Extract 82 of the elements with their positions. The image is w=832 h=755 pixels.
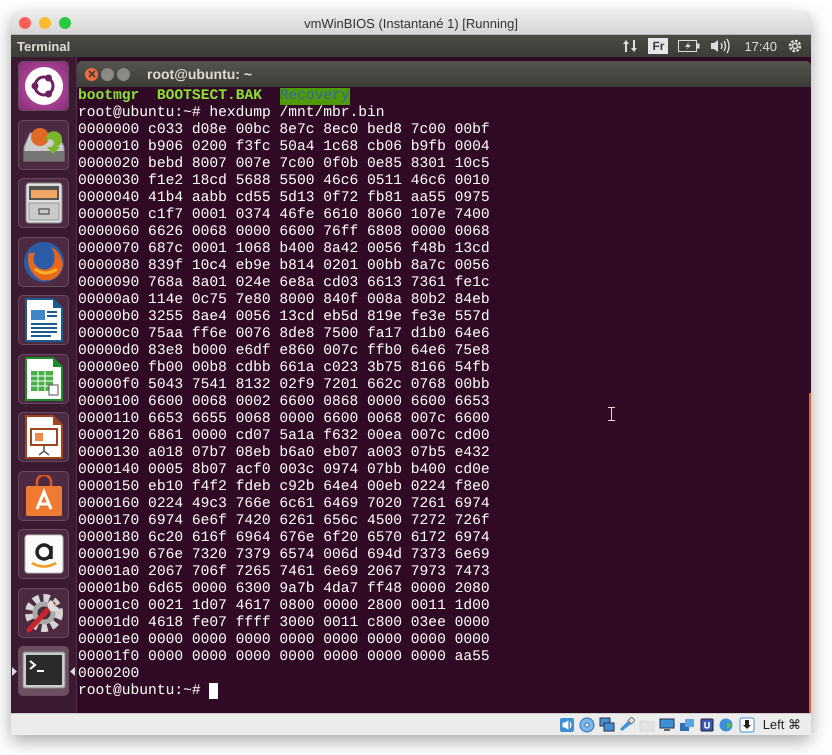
file-name: Recovery	[280, 88, 350, 105]
hexdump-line: 00000a0 114e 0c75 7e80 8000 840f 008a 80b2 84eb	[78, 292, 490, 309]
window-title: vmWinBIOS (Instantané 1) [Running]	[303, 16, 519, 30]
file-name: BOOTSECT.BAK	[156, 88, 262, 105]
terminal-minimize-button[interactable]	[101, 68, 114, 80]
launcher-button[interactable]	[18, 470, 69, 520]
volume-icon[interactable]	[710, 38, 730, 54]
launcher-button[interactable]	[18, 295, 69, 345]
hexdump-line: 0000110 6653 6655 0068 0000 6600 0068 007c 6600	[78, 411, 490, 428]
terminal-title: root@ubuntu: ~	[147, 66, 252, 82]
hexdump-line: 0000200	[78, 666, 140, 683]
terminal-maximize-button[interactable]	[117, 68, 130, 80]
launcher-button[interactable]	[18, 529, 69, 579]
hexdump-line: 00001b0 6d65 0000 6300 9a7b 4da7 ff48 0000 2080	[78, 581, 490, 598]
hexdump-line: 00001a0 2067 706f 7265 7461 6e69 2067 7973 7473	[78, 564, 490, 581]
hexdump-line: 0000000 c033 d08e 00bc 8e7c 8ec0 bed8 7c00 00bf	[78, 122, 490, 139]
ubuntu-logo-icon	[24, 66, 64, 106]
hexdump-line: 0000090 768a 8a01 024e 6e8a cd03 6613 7361 fe1c	[78, 275, 490, 292]
spreadsheet-icon	[24, 356, 62, 400]
hexdump-line: 00001f0 0000 0000 0000 0000 0000 0000 0000 aa55	[78, 649, 490, 666]
optical-disc-icon[interactable]	[578, 716, 595, 732]
hexdump-line: 00001e0 0000 0000 0000 0000 0000 0000 0000 0000	[78, 632, 490, 649]
keyboard-layout-indicator[interactable]: Fr	[648, 38, 668, 54]
launcher-button[interactable]	[18, 588, 69, 638]
launcher-button[interactable]	[18, 236, 69, 286]
close-icon	[88, 70, 96, 78]
gear-wrench-icon	[22, 592, 64, 634]
power-gear-icon[interactable]	[787, 38, 803, 54]
hexdump-line: 00000b0 3255 8ae4 0056 13cd eb5d 819e fe3e 557d	[78, 309, 490, 326]
i-beam-cursor-icon	[608, 407, 615, 421]
file-cabinet-icon	[24, 182, 62, 224]
hexdump-line: 00000d0 83e8 b000 e6df e860 007c ffb0 64e6 75e8	[78, 343, 490, 360]
windows-icon[interactable]	[678, 716, 695, 732]
shell-prompt: root@ubuntu:~#	[78, 683, 201, 700]
hexdump-line: 0000190 676e 7320 7379 6574 006d 694d 7373 6e69	[78, 547, 490, 564]
usb-stick-icon[interactable]	[618, 716, 635, 732]
battery-icon[interactable]	[678, 40, 700, 52]
hexdump-line: 0000180 6c20 616f 6964 676e 6f20 6570 6172 6974	[78, 530, 490, 547]
launcher-button[interactable]	[18, 178, 69, 228]
launcher-button[interactable]	[18, 120, 69, 170]
text-document-icon	[24, 298, 62, 342]
network-icon[interactable]	[598, 716, 615, 732]
clock[interactable]: 17:40	[744, 38, 777, 54]
launcher-button[interactable]	[18, 61, 69, 111]
app-name: Terminal	[17, 38, 70, 54]
presentation-icon	[24, 415, 62, 459]
hexdump-line: 00000e0 fb00 00b8 cdbb 661a c023 3b75 8166 54fb	[78, 360, 490, 377]
text-cursor	[209, 683, 218, 699]
shopping-bag-icon	[24, 474, 64, 516]
hexdump-line: 00001c0 0021 1d07 4617 0800 0000 2800 0011 1d00	[78, 598, 490, 615]
network-arrows-icon[interactable]	[622, 38, 638, 54]
hexdump-line: 00000f0 5043 7541 8132 02f9 7201 662c 0768 00bb	[78, 377, 490, 394]
hexdump-line: 0000150 eb10 f4f2 fdeb c92b 64e4 00eb 0224 f8e0	[78, 479, 490, 496]
hexdump-line: 0000050 c1f7 0001 0374 46fe 6610 8060 107e 7400	[78, 207, 490, 224]
shell-prompt: root@ubuntu:~#	[78, 105, 201, 122]
hexdump-line: 0000030 f1e2 18cd 5688 5500 46c6 0511 46c6 0010	[78, 173, 490, 190]
hexdump-line: 0000040 41b4 aabb cd55 5d13 0f72 fb81 aa55 0975	[78, 190, 490, 207]
launcher-button[interactable]	[18, 354, 69, 404]
display-icon[interactable]	[658, 716, 675, 732]
speaker-icon[interactable]	[558, 716, 575, 732]
hexdump-line: 0000060 6626 0068 0000 6600 76ff 6808 0000 0068	[78, 224, 490, 241]
shell-command: hexdump /mnt/mbr.bin	[209, 105, 385, 122]
launcher-button[interactable]	[18, 646, 69, 696]
terminal-icon	[22, 651, 66, 691]
hexdump-line: 0000140 0005 8b07 acf0 003c 0974 07bb b400 cd0e	[78, 462, 490, 479]
hexdump-line: 0000130 a018 07b7 08eb b6a0 eb07 a003 07b5 e432	[78, 445, 490, 462]
hexdump-line: 00001d0 4618 fe07 ffff 3000 0011 c800 03ee 0000	[78, 615, 490, 632]
launcher-button[interactable]	[18, 412, 69, 462]
file-name: bootmgr	[78, 88, 140, 105]
hexdump-line: 0000020 bebd 8007 007e 7c00 0f0b 0e85 8301 10c5	[78, 156, 490, 173]
chip-icon[interactable]	[698, 716, 715, 732]
hexdump-line: 0000010 b906 0200 f3fc 50a4 1c68 cb06 b9fb 0004	[78, 139, 490, 156]
hexdump-line: 0000170 6974 6e6f 7420 6261 656c 4500 7272 726f	[78, 513, 490, 530]
letter-a-smile-icon	[24, 534, 64, 574]
hexdump-line: 0000100 6600 0068 0002 6600 0868 0000 6600 6653	[78, 394, 490, 411]
hexdump-line: 0000160 0224 49c3 766e 6c61 6469 7020 7261 6974	[78, 496, 490, 513]
host-key-label: Left ⌘	[762, 717, 801, 732]
hexdump-line: 0000080 839f 10c4 eb9e b814 0201 00bb 8a7c 0056	[78, 258, 490, 275]
hexdump-line: 0000070 687c 0001 1068 b400 8a42 0056 f48b 13cd	[78, 241, 490, 258]
hexdump-line: 0000120 6861 0000 cd07 5a1a f632 00ea 007c cd00	[78, 428, 490, 445]
hexdump-line: 00000c0 75aa ff6e 0076 8de8 7500 fa17 d1b0 64e6	[78, 326, 490, 343]
terminal-close-button[interactable]	[85, 68, 98, 80]
